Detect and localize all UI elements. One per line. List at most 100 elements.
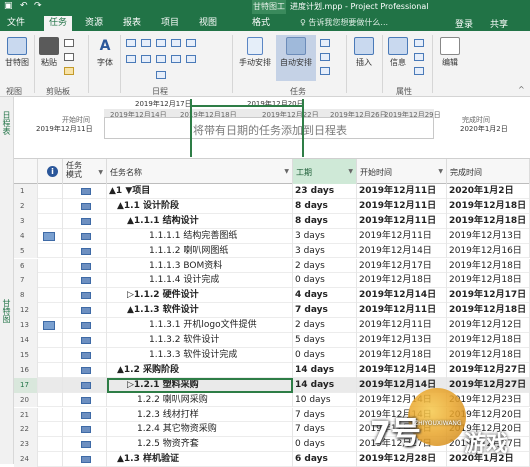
inactivate-icon[interactable] <box>186 55 196 63</box>
task-mode-cell[interactable] <box>63 362 107 378</box>
notes-icon[interactable] <box>414 39 424 47</box>
header-task-name[interactable]: 任务名称 ▼ <box>107 159 293 184</box>
finish-cell[interactable]: 2019年12月18日 <box>447 213 530 229</box>
start-cell[interactable]: 2019年12月18日 <box>357 273 447 289</box>
duration-cell[interactable]: 7 days <box>293 303 357 319</box>
tab-format[interactable]: 格式 <box>246 16 276 31</box>
table-row[interactable]: 2 ▲1.1 设计阶段 8 days 2019年12月11日 2019年12月1… <box>14 198 530 214</box>
note-icon[interactable] <box>43 231 55 241</box>
task-name-cell[interactable]: 1.1.3.1 开机logo文件提供 <box>107 318 293 333</box>
schedule-100-icon[interactable] <box>186 39 196 47</box>
start-cell[interactable]: 2019年12月11日 <box>357 184 447 199</box>
task-mode-cell[interactable] <box>63 303 107 319</box>
collapse-ribbon-icon[interactable]: ^ <box>518 85 525 94</box>
task-mode-cell[interactable] <box>63 318 107 333</box>
finish-cell[interactable]: 2019年12月18日 <box>447 303 530 319</box>
chevron-down-icon[interactable]: ▼ <box>284 168 289 175</box>
duration-cell[interactable]: 7 days <box>293 422 357 438</box>
task-name-cell[interactable]: 1.1.3.2 软件设计 <box>107 333 293 348</box>
duration-cell[interactable]: 14 days <box>293 377 357 393</box>
duration-cell[interactable]: 8 days <box>293 213 357 229</box>
task-mode-cell[interactable] <box>63 437 107 453</box>
start-cell[interactable]: 2019年12月11日 <box>357 213 447 229</box>
task-mode-cell[interactable] <box>63 377 107 393</box>
task-name-cell[interactable]: 1.1.1.2 喇叭网图纸 <box>107 243 293 259</box>
duration-cell[interactable]: 2 days <box>293 318 357 333</box>
header-select-all[interactable] <box>14 159 38 184</box>
duration-cell[interactable]: 10 days <box>293 392 357 408</box>
start-cell[interactable]: 2019年12月17日 <box>357 258 447 274</box>
table-row[interactable]: 4 1.1.1.1 结构完善图纸 3 days 2019年12月11日 2019… <box>14 228 530 244</box>
task-mode-cell[interactable] <box>63 198 107 214</box>
redo-icon[interactable]: ↷ <box>34 1 42 11</box>
task-name-cell[interactable]: ▲1.1 设计阶段 <box>107 198 293 214</box>
duration-cell[interactable]: 6 days <box>293 452 357 467</box>
mode-icon[interactable] <box>320 67 330 75</box>
header-start[interactable]: 开始时间 ▼ <box>357 159 447 184</box>
finish-cell[interactable]: 2019年12月17日 <box>447 288 530 304</box>
outdent-icon[interactable] <box>126 55 136 63</box>
table-row[interactable]: 6 1.1.1.3 BOM资料 2 days 2019年12月17日 2019年… <box>14 258 530 274</box>
task-name-cell[interactable]: ▷1.2.1 塑料采购 <box>107 377 293 393</box>
finish-cell[interactable]: 2019年12月18日 <box>447 333 530 348</box>
finish-cell[interactable]: 2019年12月18日 <box>447 273 530 289</box>
schedule-25-icon[interactable] <box>141 39 151 47</box>
details-icon[interactable] <box>414 53 424 61</box>
finish-cell[interactable]: 2019年12月13日 <box>447 228 530 244</box>
start-cell[interactable]: 2019年12月11日 <box>357 303 447 319</box>
chevron-down-icon[interactable]: ▼ <box>438 168 443 175</box>
task-mode-cell[interactable] <box>63 243 107 259</box>
format-painter-icon[interactable] <box>64 67 74 75</box>
duration-cell[interactable]: 4 days <box>293 288 357 304</box>
task-mode-cell[interactable] <box>63 347 107 363</box>
tab-project[interactable]: 项目 <box>156 16 184 31</box>
auto-schedule-button[interactable]: 自动安排 <box>276 35 316 81</box>
table-row[interactable]: 14 1.1.3.2 软件设计 5 days 2019年12月13日 2019年… <box>14 333 530 348</box>
start-cell[interactable]: 2019年12月11日 <box>357 318 447 333</box>
task-mode-cell[interactable] <box>63 213 107 229</box>
task-mode-cell[interactable] <box>63 288 107 304</box>
timeline-range-right[interactable] <box>302 99 304 157</box>
duration-cell[interactable]: 0 days <box>293 273 357 289</box>
duration-cell[interactable]: 3 days <box>293 228 357 244</box>
tab-resource[interactable]: 资源 <box>80 16 108 31</box>
save-icon[interactable]: ▣ <box>4 1 13 11</box>
task-mode-cell[interactable] <box>63 392 107 408</box>
table-row[interactable]: 1 ▲1 ▼项目 23 days 2019年12月11日 2020年1月2日 <box>14 184 530 199</box>
schedule-0-icon[interactable] <box>126 39 136 47</box>
chevron-down-icon[interactable]: ▼ <box>98 168 103 177</box>
table-row[interactable]: 16 ▲1.2 采购阶段 14 days 2019年12月14日 2019年12… <box>14 362 530 378</box>
task-name-cell[interactable]: 1.1.3.3 软件设计完成 <box>107 347 293 363</box>
table-row[interactable]: 5 1.1.1.2 喇叭网图纸 3 days 2019年12月14日 2019年… <box>14 243 530 259</box>
indicator-cell[interactable] <box>38 318 63 333</box>
duration-cell[interactable]: 23 days <box>293 184 357 199</box>
header-finish[interactable]: 完成时间 <box>447 159 530 184</box>
tab-view[interactable]: 视图 <box>194 16 222 31</box>
tab-file[interactable]: 文件 <box>2 16 30 31</box>
inspect-icon[interactable] <box>320 39 330 47</box>
respect-links-icon[interactable] <box>156 71 166 79</box>
gantt-chart-button[interactable]: 甘特图 <box>2 37 32 68</box>
task-name-cell[interactable]: ▲1.2 采购阶段 <box>107 362 293 378</box>
task-name-cell[interactable]: 1.2.4 其它物资采购 <box>107 422 293 438</box>
duration-cell[interactable]: 5 days <box>293 333 357 348</box>
table-row[interactable]: 15 1.1.3.3 软件设计完成 0 days 2019年12月18日 201… <box>14 347 530 363</box>
task-name-cell[interactable]: ▷1.1.2 硬件设计 <box>107 288 293 304</box>
finish-cell[interactable]: 2019年12月18日 <box>447 198 530 214</box>
chevron-down-icon[interactable]: ▼ <box>348 168 353 175</box>
timeline-bar[interactable]: 将带有日期的任务添加到日程表 <box>104 117 434 139</box>
tab-task[interactable]: 任务 <box>44 16 72 31</box>
task-name-cell[interactable]: ▲1 ▼项目 <box>107 184 293 199</box>
task-name-cell[interactable]: 1.1.1.3 BOM资料 <box>107 258 293 274</box>
copy-icon[interactable] <box>64 53 74 61</box>
schedule-50-icon[interactable] <box>156 39 166 47</box>
duration-cell[interactable]: 7 days <box>293 407 357 423</box>
edit-button[interactable]: 编辑 <box>438 37 462 68</box>
finish-cell[interactable]: 2019年12月18日 <box>447 347 530 363</box>
share-button[interactable]: 共享 <box>490 17 508 30</box>
table-row[interactable]: 3 ▲1.1.1 结构设计 8 days 2019年12月11日 2019年12… <box>14 213 530 229</box>
duration-cell[interactable]: 14 days <box>293 362 357 378</box>
tell-me-search[interactable]: ♀ 告诉我您想要做什么... <box>300 17 410 29</box>
task-name-cell[interactable]: 1.1.1.1 结构完善图纸 <box>107 228 293 244</box>
duration-cell[interactable]: 3 days <box>293 243 357 259</box>
